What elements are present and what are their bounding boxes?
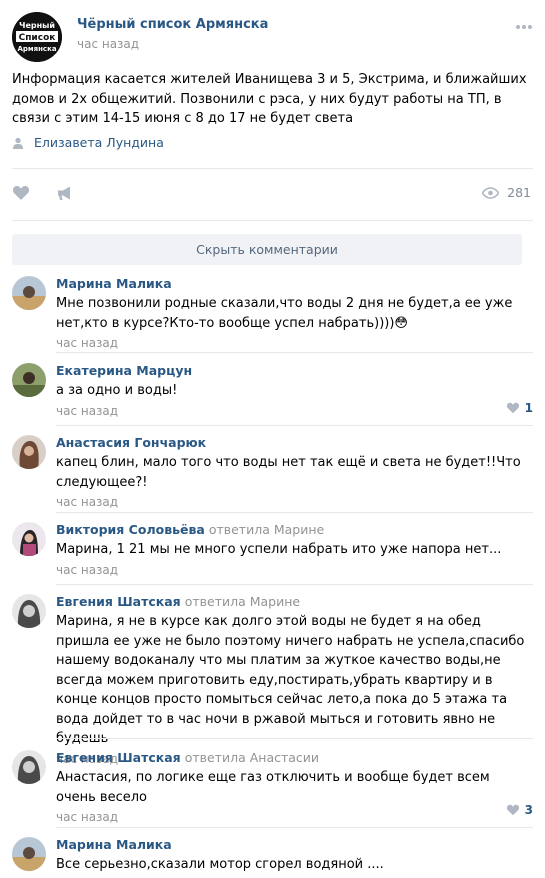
- comment-text: Анастасия, по логике еще газ отключить и…: [56, 770, 490, 805]
- post-actions: 281: [12, 182, 533, 204]
- post-text: Информация касается жителей Иванищева 3 …: [12, 72, 527, 126]
- comment-reply-to[interactable]: ответила Марине: [185, 594, 300, 609]
- comment-like-button[interactable]: 3: [506, 803, 533, 817]
- avatar[interactable]: [12, 594, 46, 628]
- eye-icon: [482, 186, 500, 199]
- avatar[interactable]: [12, 363, 46, 397]
- comment-text: Все серьезно,сказали мотор сгорел водяно…: [56, 857, 384, 872]
- comment-text: а за одно и воды!: [56, 383, 178, 398]
- avatar[interactable]: [12, 837, 46, 871]
- comment-author[interactable]: Анастасия Гончарюк: [56, 435, 206, 450]
- comment-author[interactable]: Евгения Шатская: [56, 594, 181, 609]
- comment-time[interactable]: час назад: [56, 495, 533, 509]
- comment: Анастасия Гончарюк капец блин, мало того…: [12, 435, 533, 510]
- avatar[interactable]: [12, 435, 46, 469]
- divider: [56, 425, 533, 426]
- avatar[interactable]: [12, 750, 46, 784]
- comment-author[interactable]: Виктория Соловьёва: [56, 522, 205, 537]
- comment: Евгения Шатская ответила Марине Марина, …: [12, 594, 533, 766]
- divider: [56, 352, 533, 353]
- hide-comments-button[interactable]: Скрыть комментарии: [12, 234, 522, 265]
- comment-like-count: 3: [524, 803, 533, 817]
- avatar[interactable]: [12, 276, 46, 310]
- divider: [12, 168, 533, 169]
- comment-time[interactable]: час назад: [56, 336, 533, 350]
- post-header: Черный Список Армянска Чёрный список Арм…: [12, 12, 533, 62]
- group-avatar[interactable]: Черный Список Армянска: [12, 12, 62, 62]
- group-name-link[interactable]: Чёрный список Армянска: [77, 17, 268, 32]
- divider: [56, 584, 533, 585]
- comment-text: Мне позвонили родные сказали,что воды 2 …: [56, 296, 513, 331]
- comment: Евгения Шатская ответила Анастасии Анаст…: [12, 750, 533, 825]
- divider: [56, 738, 533, 739]
- post-time[interactable]: час назад: [77, 37, 139, 51]
- comment-text: Марина, я не в курсе как долго этой воды…: [56, 614, 525, 746]
- divider: [12, 220, 533, 221]
- comment-author[interactable]: Марина Малика: [56, 837, 172, 852]
- comment-author[interactable]: Марина Малика: [56, 276, 172, 291]
- comment-like-button[interactable]: 1: [506, 401, 533, 415]
- post-author[interactable]: Елизавета Лундина: [12, 135, 164, 150]
- comment-author[interactable]: Екатерина Марцун: [56, 363, 192, 378]
- like-heart-icon[interactable]: [12, 185, 30, 201]
- post-author-name[interactable]: Елизавета Лундина: [34, 135, 164, 150]
- views-counter: 281: [482, 185, 531, 200]
- like-heart-icon: [506, 402, 519, 414]
- comment: Марина Малика Все серьезно,сказали мотор…: [12, 837, 533, 878]
- comment-time[interactable]: час назад: [56, 563, 533, 577]
- divider: [56, 512, 533, 513]
- logo-line-3: Армянска: [17, 45, 56, 53]
- logo-line-2: Список: [19, 33, 56, 43]
- more-options-icon[interactable]: [515, 18, 533, 32]
- comment-reply-to[interactable]: ответила Марине: [209, 522, 324, 537]
- comment: Марина Малика Мне позвонили родные сказа…: [12, 276, 533, 350]
- views-count: 281: [507, 185, 531, 200]
- comment-time[interactable]: час назад: [56, 404, 533, 418]
- comment-like-count: 1: [524, 401, 533, 415]
- comment-time[interactable]: час назад: [56, 810, 533, 824]
- comment: Виктория Соловьёва ответила Марине Марин…: [12, 522, 533, 582]
- divider: [56, 827, 533, 828]
- avatar[interactable]: [12, 522, 46, 556]
- share-megaphone-icon[interactable]: [56, 185, 74, 201]
- comment-text: Марина, 1 21 мы не много успели набрать …: [56, 542, 502, 557]
- person-icon: [13, 137, 23, 149]
- comment-text: капец блин, мало того что воды нет так е…: [56, 455, 521, 490]
- comment-reply-to[interactable]: ответила Анастасии: [185, 750, 319, 765]
- logo-line-1: Черный: [19, 21, 55, 30]
- group-logo: Черный Список Армянска: [12, 12, 62, 62]
- comment: Екатерина Марцун а за одно и воды! час н…: [12, 363, 533, 423]
- like-heart-icon: [506, 804, 519, 816]
- comment-author[interactable]: Евгения Шатская: [56, 750, 181, 765]
